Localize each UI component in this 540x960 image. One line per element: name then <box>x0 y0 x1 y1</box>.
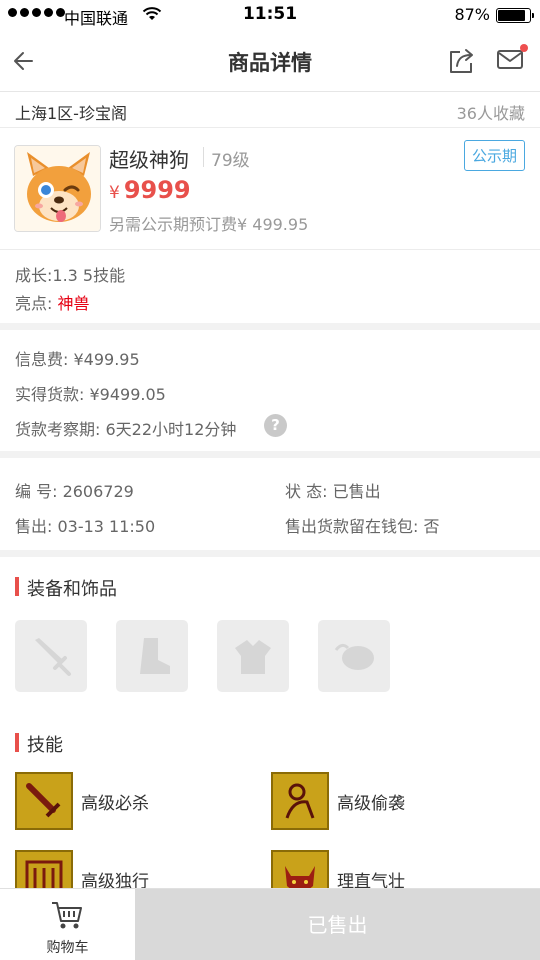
skills-title: 技能 <box>15 731 63 757</box>
cart-label: 购物车 <box>46 940 89 956</box>
pet-name: 超级神狗 <box>109 148 189 172</box>
sold-time: 售出: 03-13 11:50 <box>15 517 156 536</box>
skill-label: 高级偷袭 <box>337 794 405 814</box>
equipment-slot[interactable] <box>15 620 87 692</box>
extra-fee: 另需公示期预订费¥ 499.95 <box>109 215 309 234</box>
equipment-slot[interactable] <box>217 620 289 692</box>
info-fee: 信息费: ¥499.95 <box>15 350 140 369</box>
dog-pet-icon <box>15 146 100 231</box>
ornament-icon <box>334 643 374 670</box>
help-icon[interactable]: ? <box>264 414 287 437</box>
pet-level: 79级 <box>211 151 250 171</box>
skill-item[interactable]: 高级必杀 <box>15 772 255 830</box>
sneak-skill-icon <box>271 772 329 830</box>
growth-info: 成长:1.3 5技能 <box>15 266 126 285</box>
fee-info: 信息费: ¥499.95 实得货款: ¥9499.05 货款考察期: 6天22小… <box>0 330 540 451</box>
highlight-label: 亮点: <box>15 294 58 313</box>
equipment-slot[interactable] <box>116 620 188 692</box>
equipment-title: 装备和饰品 <box>15 575 117 601</box>
serial-number: 编 号: 2606729 <box>15 482 134 501</box>
equipment-slot[interactable] <box>318 620 390 692</box>
share-icon[interactable] <box>446 46 476 76</box>
server-name: 上海1区-珍宝阁 <box>15 104 127 123</box>
sword-skill-icon <box>15 772 73 830</box>
currency-symbol: ¥ <box>109 183 120 203</box>
skill-item[interactable]: 高级偷袭 <box>271 772 511 830</box>
battery-icon <box>496 8 534 23</box>
highlight-info: 亮点: 神兽 <box>15 290 90 314</box>
item-summary: 超级神狗 79级 ¥9999 另需公示期预订费¥ 499.95 公示期 <box>0 129 540 250</box>
status-bar: 中国联通 11:51 87% <box>0 0 540 30</box>
review-period: 货款考察期: 6天22小时12分钟 <box>15 420 237 439</box>
pet-avatar <box>14 145 101 232</box>
nav-bar: 商品详情 <box>0 30 540 92</box>
unread-dot <box>520 44 528 52</box>
highlight-value: 神兽 <box>57 294 90 313</box>
battery-percent: 87% <box>454 5 490 24</box>
cart-icon <box>52 902 82 929</box>
sale-status: 状 态: 已售出 <box>285 482 381 501</box>
wallet-setting: 售出货款留在钱包: 否 <box>285 517 440 536</box>
section-divider <box>0 451 540 458</box>
section-divider <box>0 550 540 557</box>
mail-button[interactable] <box>496 44 528 76</box>
boot-icon <box>140 638 170 674</box>
bottom-bar: 购物车 已售出 <box>0 888 540 960</box>
armor-icon <box>235 640 271 674</box>
cart-button[interactable]: 购物车 <box>0 889 135 960</box>
sold-out-button[interactable]: 已售出 <box>135 889 540 960</box>
price: ¥9999 <box>109 176 191 204</box>
section-divider <box>0 323 540 330</box>
sword-icon <box>35 638 71 676</box>
actual-payment: 实得货款: ¥9499.05 <box>15 385 166 404</box>
order-meta: 编 号: 2606729 状 态: 已售出 售出: 03-13 11:50 售出… <box>0 458 540 550</box>
skill-label: 高级必杀 <box>81 794 149 814</box>
favorite-count: 36人收藏 <box>456 104 525 123</box>
status-badge: 公示期 <box>463 140 525 171</box>
attributes: 成长:1.3 5技能 亮点: 神兽 <box>0 251 540 323</box>
price-value: 9999 <box>123 176 191 204</box>
server-row: 上海1区-珍宝阁 36人收藏 <box>0 93 540 128</box>
divider <box>203 147 204 167</box>
